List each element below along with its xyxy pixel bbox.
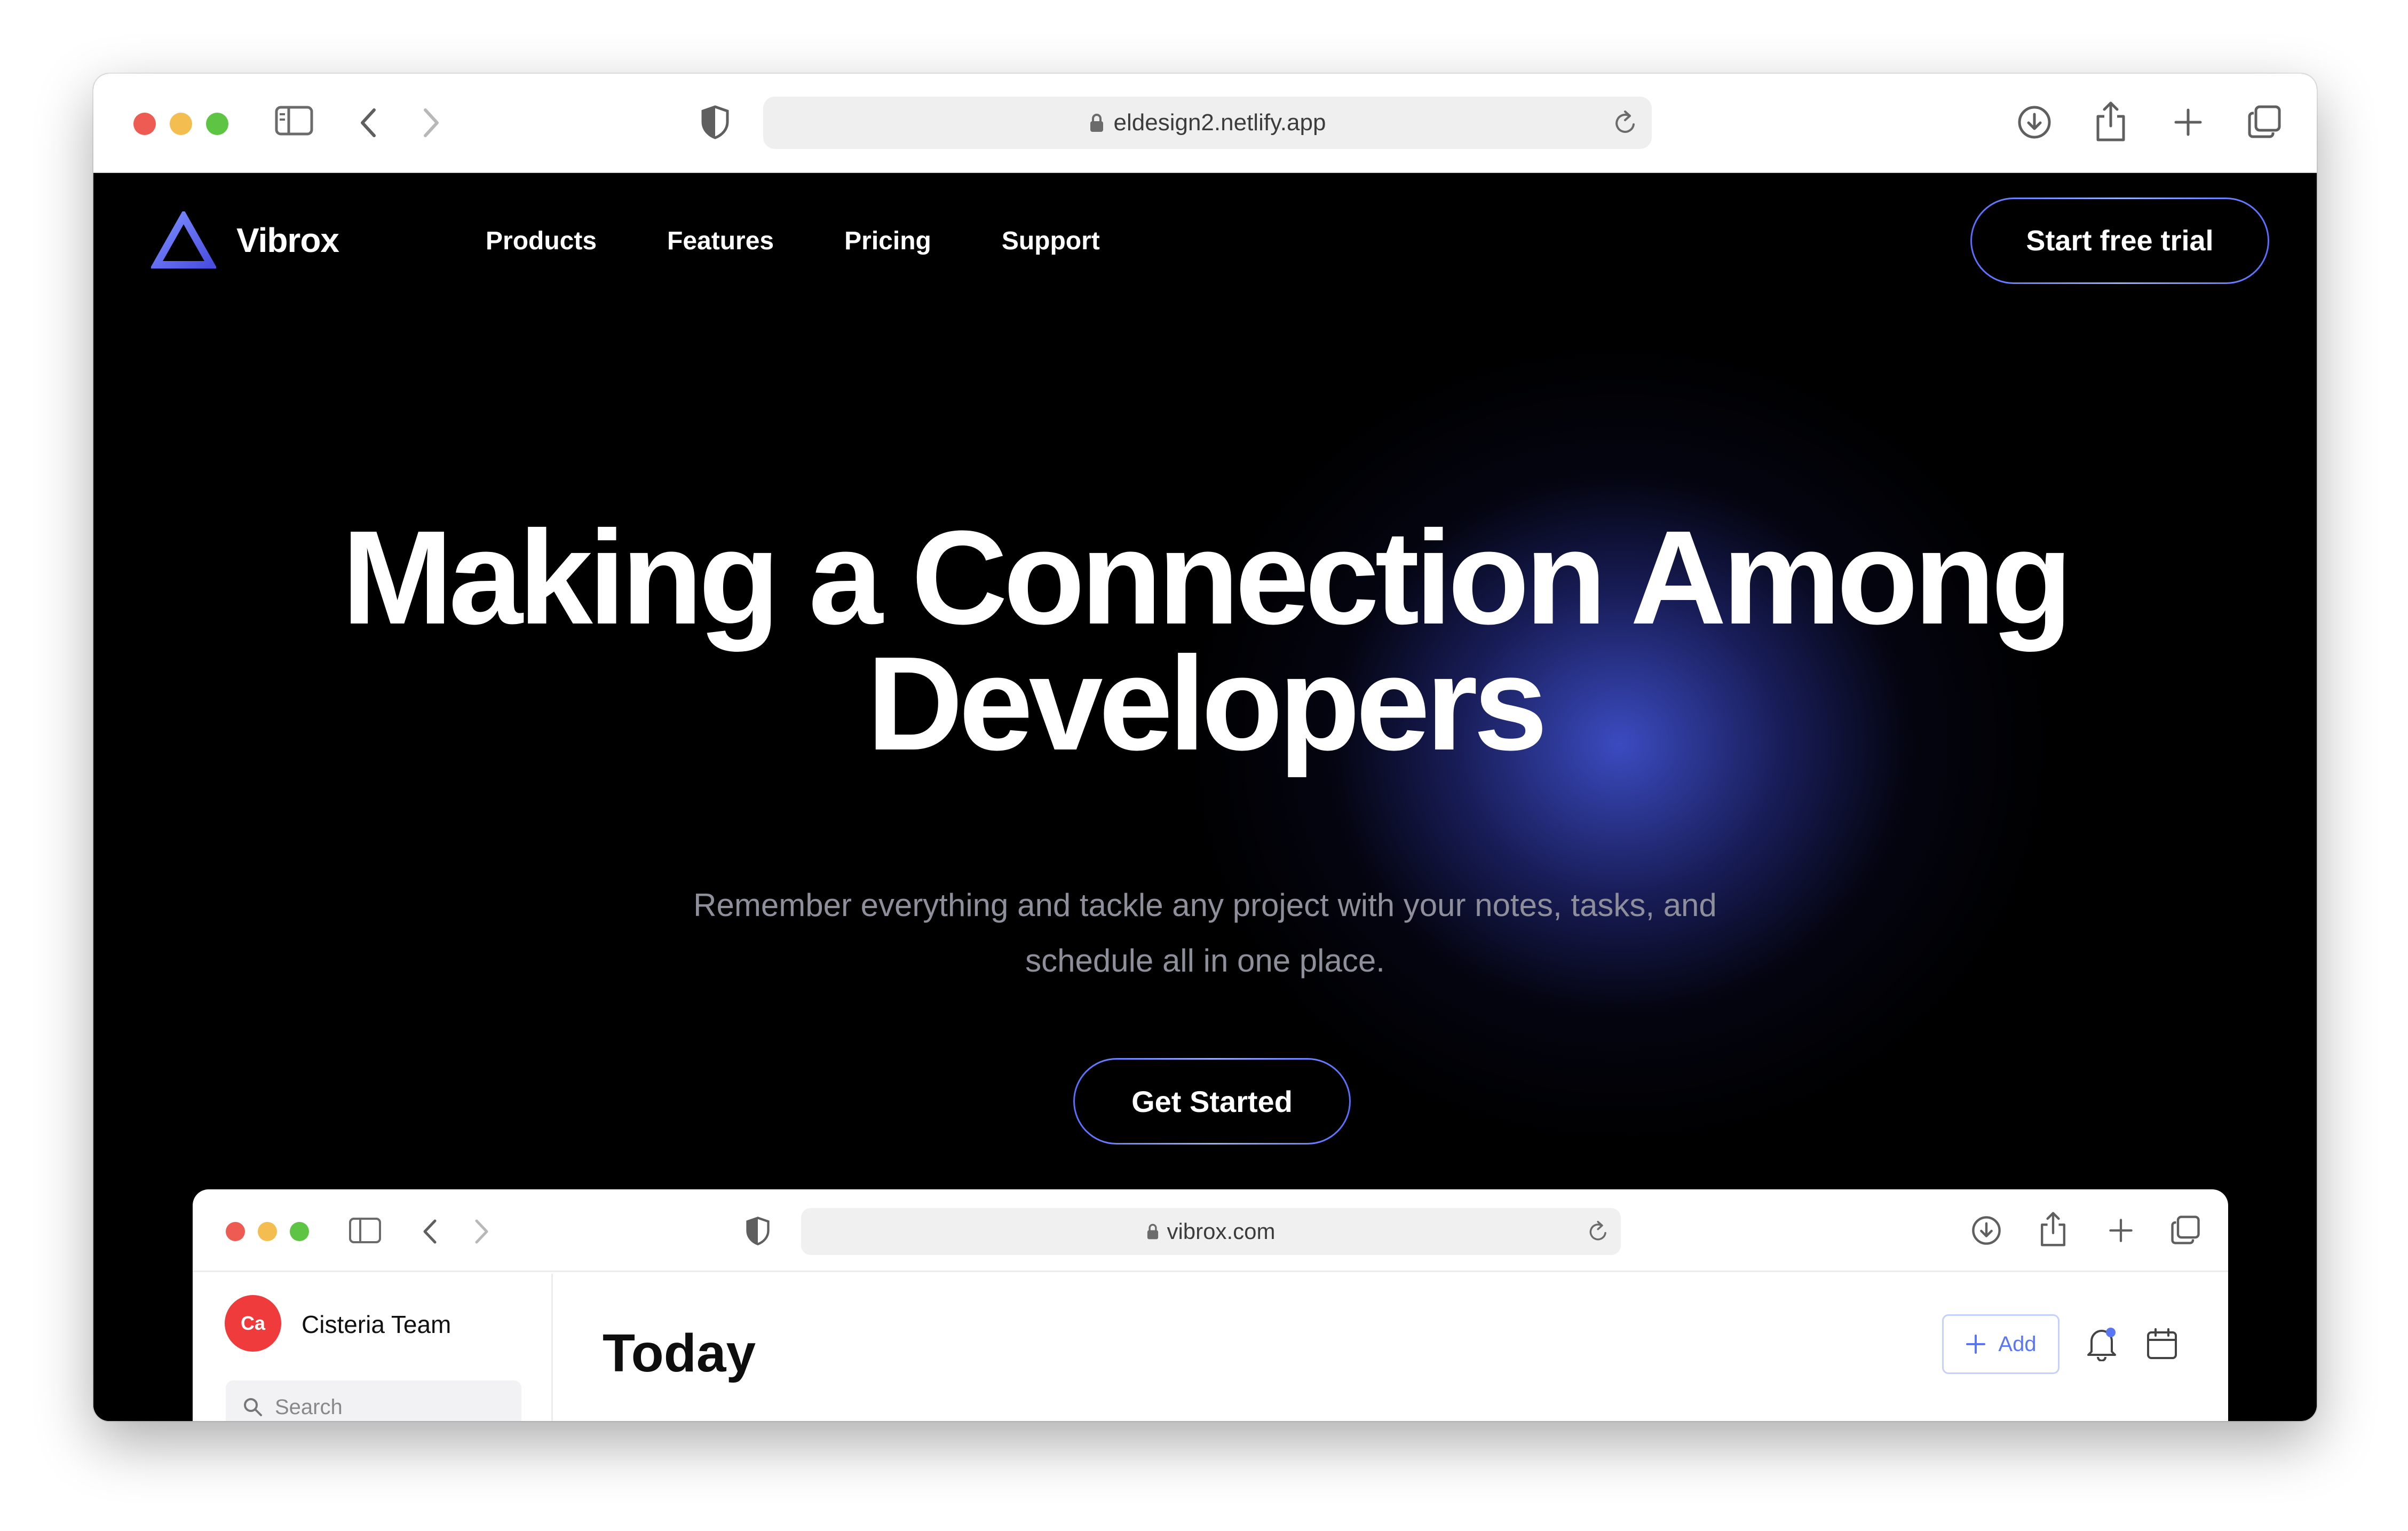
app-preview-window: vibrox.com Ca Cisteria Team Search Today…	[193, 1189, 2228, 1421]
reload-icon[interactable]	[1613, 109, 1638, 142]
zoom-window-button[interactable]	[206, 113, 228, 135]
site-name: Vibrox	[236, 221, 339, 259]
start-free-trial-button[interactable]: Start free trial	[1970, 198, 2269, 284]
get-started-button[interactable]: Get Started	[1073, 1058, 1351, 1145]
preview-back-icon	[421, 1218, 439, 1248]
site-logo[interactable]: Vibrox	[151, 211, 339, 269]
url-text: eldesign2.netlify.app	[1113, 109, 1326, 136]
notification-bell-icon	[2086, 1326, 2117, 1364]
preview-page-title: Today	[603, 1323, 756, 1383]
browser-window: eldesign2.netlify.app Vibrox Products Fe…	[93, 74, 2317, 1421]
downloads-icon[interactable]	[2017, 105, 2052, 140]
preview-reload-icon	[1588, 1220, 1609, 1249]
preview-tab-overview-icon	[2171, 1215, 2200, 1248]
privacy-shield-icon[interactable]	[701, 105, 730, 140]
preview-forward-icon	[472, 1218, 490, 1248]
search-icon	[244, 1398, 262, 1416]
minimize-window-button[interactable]	[170, 113, 192, 135]
preview-sidebar: Ca Cisteria Team Search	[193, 1274, 553, 1421]
browser-toolbar: eldesign2.netlify.app	[93, 74, 2317, 173]
forward-icon[interactable]	[420, 107, 441, 139]
preview-sidebar-icon	[348, 1217, 382, 1248]
close-window-button[interactable]	[133, 113, 156, 135]
tab-overview-icon[interactable]	[2247, 105, 2282, 139]
preview-url-text: vibrox.com	[1167, 1219, 1276, 1244]
nav-support[interactable]: Support	[1002, 226, 1100, 256]
triangle-logo-icon	[151, 211, 216, 269]
vibrox-homepage: Vibrox Products Features Pricing Support…	[93, 173, 2317, 1421]
team-avatar: Ca	[225, 1295, 281, 1352]
preview-new-tab-icon	[2109, 1218, 2133, 1245]
preview-share-icon	[2039, 1211, 2067, 1250]
preview-shield-icon	[746, 1216, 770, 1249]
share-icon[interactable]	[2095, 100, 2127, 142]
nav-features[interactable]: Features	[667, 226, 774, 256]
preview-add-button: Add	[1942, 1314, 2060, 1374]
address-bar[interactable]: eldesign2.netlify.app	[763, 97, 1652, 149]
nav-pricing[interactable]: Pricing	[844, 226, 931, 256]
hero-subtitle: Remember everything and tackle any proje…	[93, 878, 2317, 989]
main-nav: Products Features Pricing Support	[486, 226, 1100, 256]
preview-search-field: Search	[226, 1380, 521, 1421]
lock-icon	[1090, 114, 1103, 132]
preview-zoom-dot	[290, 1222, 309, 1241]
hero-title-line2: Developers	[867, 629, 1548, 778]
nav-products[interactable]: Products	[486, 226, 597, 256]
sidebar-toggle-icon[interactable]	[275, 106, 313, 139]
preview-close-dot	[226, 1222, 245, 1241]
add-label: Add	[1998, 1332, 2037, 1356]
plus-icon	[1966, 1335, 1986, 1354]
calendar-icon	[2146, 1327, 2178, 1363]
preview-downloads-icon	[1971, 1215, 2002, 1249]
team-name: Cisteria Team	[302, 1311, 451, 1338]
preview-browser-toolbar: vibrox.com	[193, 1189, 2228, 1272]
hero-title-line1: Making a Connection Among	[342, 503, 2072, 652]
hero-subtitle-line1: Remember everything and tackle any proje…	[693, 887, 1717, 923]
new-tab-icon[interactable]	[2174, 108, 2203, 137]
hero-title: Making a Connection Among Developers	[93, 503, 2317, 778]
preview-minimize-dot	[258, 1222, 277, 1241]
preview-lock-icon	[1147, 1224, 1159, 1240]
search-placeholder: Search	[275, 1395, 343, 1419]
back-icon[interactable]	[358, 107, 379, 139]
preview-address-bar: vibrox.com	[801, 1208, 1621, 1255]
hero-subtitle-line2: schedule all in one place.	[1025, 943, 1385, 978]
